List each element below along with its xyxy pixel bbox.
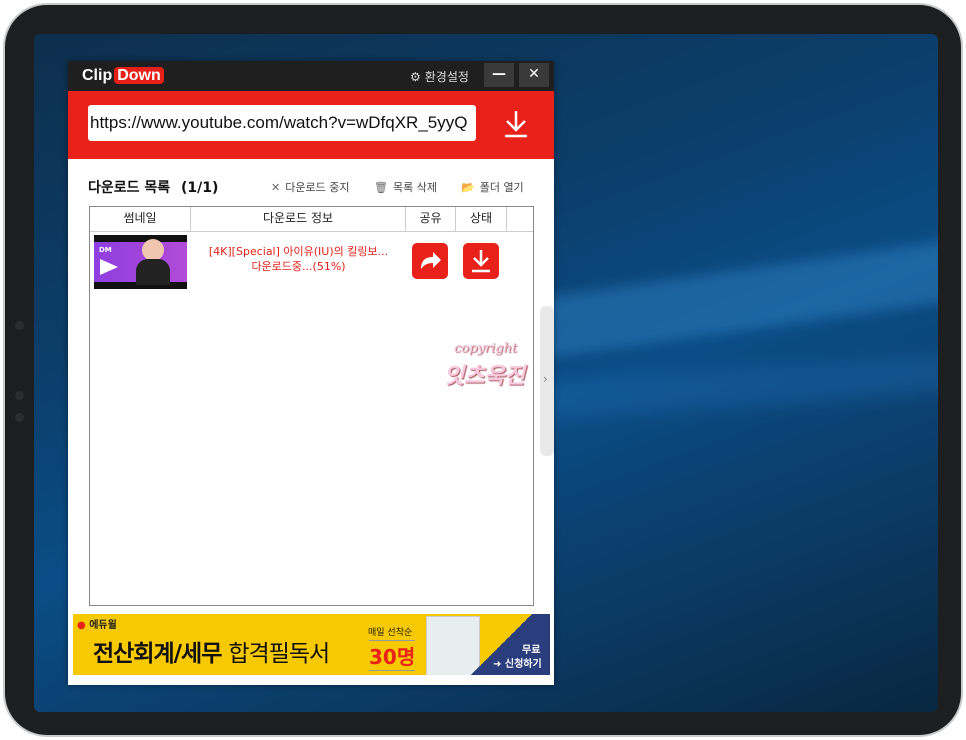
download-list-heading: 다운로드 목록 (1/1) (88, 177, 218, 197)
logo-clip: Clip (82, 67, 113, 84)
share-arrow-icon (421, 252, 441, 269)
status-download-button[interactable] (463, 243, 499, 279)
ad-cta-apply-label: 신청하기 (504, 659, 542, 670)
chevron-right-icon: › (543, 372, 548, 386)
column-header-info: 다운로드 정보 (191, 207, 406, 231)
ad-headline-bold: 전산회계/세무 (93, 641, 222, 667)
trash-icon: 🗑 (374, 181, 388, 194)
column-header-status: 상태 (456, 207, 507, 231)
open-folder-button[interactable]: 📂 폴더 열기 (461, 179, 524, 195)
open-folder-label: 폴더 열기 (479, 181, 524, 194)
download-table: 썸네일 다운로드 정보 공유 상태 DM [4K][Special] 아이유(I… (89, 206, 534, 606)
download-status: 다운로드중...(51%) (251, 260, 346, 273)
side-scroll-handle[interactable]: › (540, 306, 554, 456)
list-title: 다운로드 목록 (88, 180, 171, 196)
close-button[interactable]: ✕ (519, 63, 549, 87)
ad-headline: 전산회계/세무 합격필독서 (93, 634, 330, 668)
stop-download-button[interactable]: ✕ 다운로드 중지 (271, 179, 349, 195)
ad-cta-apply: ➜ 신청하기 (493, 659, 542, 670)
copyright-watermark: copyright 잇츠욱진 (444, 341, 525, 390)
minimize-button[interactable]: — (484, 63, 514, 87)
app-logo: Clip Down (82, 67, 164, 85)
share-button[interactable] (412, 243, 448, 279)
download-button[interactable] (502, 109, 530, 139)
ad-count: 30명 (369, 640, 416, 671)
side-button (15, 321, 24, 330)
download-icon (505, 111, 527, 138)
clipdown-window: ClipDown ⚙환경설정 — ✕ 다운로드 목록 (1/1) ✕ 다운로드 중… (68, 61, 554, 685)
download-icon (472, 250, 490, 273)
url-input[interactable] (88, 105, 476, 141)
download-info: [4K][Special] 아이유(IU)의 킬링보... 다운로드중...(5… (191, 244, 406, 274)
title-bar: Clip Down ⚙ 환경설정 — ✕ (68, 61, 554, 91)
settings-button[interactable]: ⚙ 환경설정 (410, 68, 469, 85)
advertisement-banner[interactable]: ● 에듀윌 전산회계/세무 합격필독서 매일 선착순 30명 무료 ➜ 신청하기 (73, 614, 550, 675)
list-count: (1/1) (181, 180, 219, 196)
settings-label: 환경설정 (424, 70, 469, 84)
ad-brand-label: 에듀윌 (89, 620, 117, 631)
ad-brand: ● 에듀윌 (77, 620, 117, 631)
side-button (15, 391, 24, 400)
ad-cta-free: 무료 (522, 645, 541, 656)
delete-list-button[interactable]: 🗑 목록 삭제 (374, 179, 437, 195)
ad-headline-light: 합격필독서 (228, 641, 330, 667)
stop-download-label: 다운로드 중지 (285, 181, 350, 194)
video-thumbnail: DM (94, 235, 187, 289)
ad-cta[interactable]: 무료 ➜ 신청하기 (453, 614, 550, 675)
column-header-thumbnail: 썸네일 (90, 207, 191, 231)
logo-down: Down (114, 67, 164, 84)
folder-icon: 📂 (461, 181, 475, 194)
watermark-line1: copyright (454, 341, 518, 356)
side-button (15, 413, 24, 422)
url-bar (68, 91, 554, 159)
watermark-line2: 잇츠욱진 (444, 363, 525, 389)
ad-daily-label: 매일 선착순 (368, 628, 413, 638)
table-row[interactable]: DM [4K][Special] 아이유(IU)의 킬링보... 다운로드중..… (90, 232, 533, 292)
x-icon: ✕ (271, 181, 281, 194)
video-title: [4K][Special] 아이유(IU)의 킬링보... (208, 245, 389, 258)
table-header: 썸네일 다운로드 정보 공유 상태 (90, 207, 533, 232)
gear-icon: ⚙ (410, 70, 421, 84)
column-header-share: 공유 (406, 207, 456, 231)
delete-list-label: 목록 삭제 (392, 181, 437, 194)
